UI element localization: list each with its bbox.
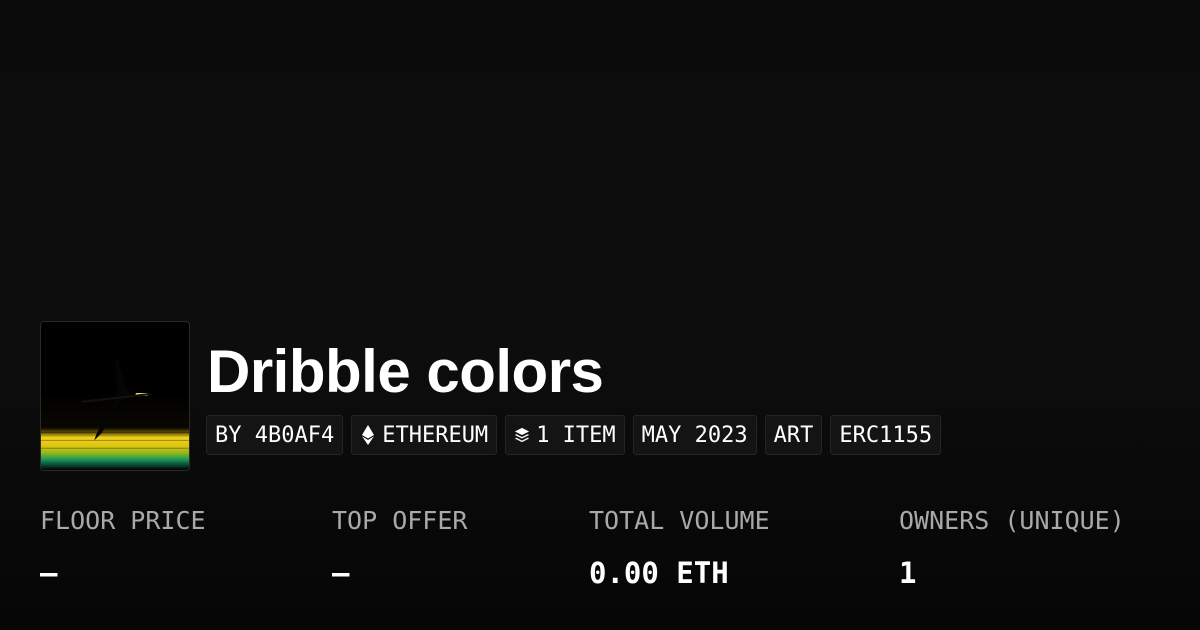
floor-price-value: – — [40, 556, 58, 590]
layers-icon — [514, 425, 530, 445]
date-tag[interactable]: MAY 2023 — [632, 415, 757, 455]
collection-stats: FLOOR PRICE – TOP OFFER – TOTAL VOLUME 0… — [0, 503, 1200, 603]
top-offer-label: TOP OFFER — [332, 506, 468, 535]
top-offer-stat: TOP OFFER – — [332, 503, 467, 593]
total-volume-value: 0.00 ETH — [589, 556, 729, 590]
standard-tag[interactable]: ERC1155 — [830, 415, 942, 455]
total-volume-stat: TOTAL VOLUME 0.00 ETH — [589, 503, 770, 593]
creator-tag-label: BY 4B0AF4 — [215, 422, 335, 448]
creator-tag[interactable]: BY 4B0AF4 — [206, 415, 344, 455]
top-offer-value: – — [332, 556, 350, 590]
owners-value: 1 — [899, 556, 917, 590]
ethereum-icon — [360, 425, 376, 445]
collection-artwork — [41, 322, 189, 470]
date-tag-label: MAY 2023 — [641, 422, 748, 448]
chain-tag[interactable]: ETHEREUM — [351, 415, 498, 455]
collection-title: Dribble colors — [207, 338, 604, 405]
collection-image — [40, 321, 190, 471]
owners-label: OWNERS (UNIQUE) — [899, 506, 1125, 535]
floor-price-stat: FLOOR PRICE – — [40, 503, 206, 593]
item-count-tag-label: 1 ITEM — [536, 422, 616, 448]
owners-stat: OWNERS (UNIQUE) 1 — [899, 503, 1125, 593]
category-tag-label: ART — [773, 422, 814, 448]
floor-price-label: FLOOR PRICE — [40, 506, 206, 535]
collection-tags: BY 4B0AF4 ETHEREUM 1 ITEM MAY 2023 ART E… — [206, 415, 942, 455]
category-tag[interactable]: ART — [764, 415, 823, 455]
chain-tag-label: ETHEREUM — [382, 422, 489, 448]
total-volume-label: TOTAL VOLUME — [589, 506, 770, 535]
standard-tag-label: ERC1155 — [839, 422, 933, 448]
item-count-tag[interactable]: 1 ITEM — [505, 415, 625, 455]
